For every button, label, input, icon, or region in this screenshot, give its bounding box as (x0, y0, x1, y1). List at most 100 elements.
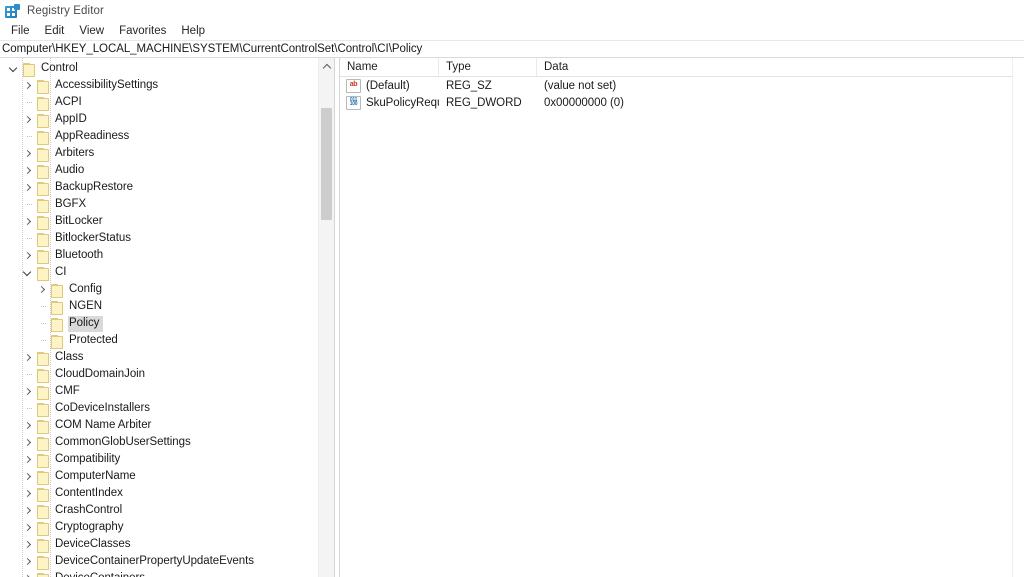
tree-item-label: BGFX (54, 197, 90, 213)
column-header-name[interactable]: Name (340, 58, 439, 76)
tree-item-crashcontrol[interactable]: CrashControl (0, 502, 318, 519)
folder-icon (22, 63, 35, 75)
tree-indent (0, 417, 20, 434)
chevron-right-icon[interactable] (20, 553, 36, 570)
tree-item-cryptography[interactable]: Cryptography (0, 519, 318, 536)
menu-item-file[interactable]: File (4, 24, 38, 39)
menu-item-help[interactable]: Help (174, 24, 213, 39)
folder-icon (36, 403, 49, 415)
tree-indent (0, 162, 20, 179)
chevron-down-icon[interactable] (6, 60, 22, 77)
tree-indent (0, 400, 20, 417)
menu-bar: File Edit View Favorites Help (0, 22, 1024, 40)
tree-indent (0, 247, 20, 264)
chevron-right-icon[interactable] (20, 485, 36, 502)
folder-icon (36, 573, 49, 577)
chevron-right-icon[interactable] (20, 145, 36, 162)
tree-indent (0, 468, 20, 485)
tree-item-deviceclasses[interactable]: DeviceClasses (0, 536, 318, 553)
chevron-right-icon[interactable] (20, 349, 36, 366)
scrollbar-thumb[interactable] (321, 108, 332, 220)
tree-item-control[interactable]: Control (0, 60, 318, 77)
values-vertical-scrollbar[interactable] (1012, 58, 1024, 577)
tree-item-appid[interactable]: AppID (0, 111, 318, 128)
tree-indent (0, 77, 20, 94)
chevron-right-icon[interactable] (20, 519, 36, 536)
menu-item-view[interactable]: View (72, 24, 112, 39)
tree-item-codeviceinstallers[interactable]: CoDeviceInstallers (0, 400, 318, 417)
tree-item-audio[interactable]: Audio (0, 162, 318, 179)
tree-item-contentindex[interactable]: ContentIndex (0, 485, 318, 502)
tree-item-computername[interactable]: ComputerName (0, 468, 318, 485)
tree-item-com-name-arbiter[interactable]: COM Name Arbiter (0, 417, 318, 434)
folder-icon (36, 131, 49, 143)
value-name-cell: 011100SkuPolicyRequir... (340, 96, 439, 110)
value-row[interactable]: ab(Default)REG_SZ(value not set) (340, 77, 1024, 94)
chevron-right-icon[interactable] (20, 468, 36, 485)
tree-item-backuprestore[interactable]: BackupRestore (0, 179, 318, 196)
chevron-right-icon[interactable] (20, 247, 36, 264)
tree-item-acpi[interactable]: ACPI (0, 94, 318, 111)
chevron-right-icon[interactable] (20, 536, 36, 553)
tree-item-label: Cryptography (54, 520, 127, 536)
value-icon-glyph: ab (347, 80, 360, 92)
chevron-right-icon[interactable] (20, 213, 36, 230)
tree-item-label: CoDeviceInstallers (54, 401, 154, 417)
chevron-right-icon[interactable] (20, 434, 36, 451)
value-name-cell: ab(Default) (340, 79, 439, 93)
chevron-right-icon[interactable] (20, 502, 36, 519)
folder-icon (50, 335, 63, 347)
tree-item-appreadiness[interactable]: AppReadiness (0, 128, 318, 145)
folder-icon (36, 80, 49, 92)
chevron-right-icon[interactable] (20, 383, 36, 400)
tree-item-label: Policy (68, 316, 103, 332)
tree-item-devicecontainerpropertyupdateevents[interactable]: DeviceContainerPropertyUpdateEvents (0, 553, 318, 570)
tree-indent (0, 332, 34, 349)
chevron-right-icon[interactable] (20, 179, 36, 196)
folder-icon (36, 352, 49, 364)
address-bar[interactable]: Computer\HKEY_LOCAL_MACHINE\SYSTEM\Curre… (0, 40, 1024, 58)
tree-indent (0, 502, 20, 519)
menu-item-edit[interactable]: Edit (38, 24, 73, 39)
tree-item-clouddomainjoin[interactable]: CloudDomainJoin (0, 366, 318, 383)
tree-item-config[interactable]: Config (0, 281, 318, 298)
tree-item-bgfx[interactable]: BGFX (0, 196, 318, 213)
tree-item-protected[interactable]: Protected (0, 332, 318, 349)
tree-item-compatibility[interactable]: Compatibility (0, 451, 318, 468)
folder-icon (36, 148, 49, 160)
chevron-right-icon[interactable] (20, 451, 36, 468)
scroll-up-arrow[interactable] (319, 58, 334, 74)
tree-item-ci[interactable]: CI (0, 264, 318, 281)
tree-item-label: BackupRestore (54, 180, 137, 196)
tree-item-label: BitLocker (54, 214, 107, 230)
chevron-right-icon[interactable] (20, 162, 36, 179)
tree-item-policy[interactable]: Policy (0, 315, 318, 332)
menu-item-favorites[interactable]: Favorites (112, 24, 174, 39)
chevron-right-icon[interactable] (34, 281, 50, 298)
chevron-right-icon[interactable] (20, 417, 36, 434)
chevron-right-icon[interactable] (20, 111, 36, 128)
tree-item-bitlocker[interactable]: BitLocker (0, 213, 318, 230)
column-header-data[interactable]: Data (537, 58, 937, 76)
tree-item-class[interactable]: Class (0, 349, 318, 366)
folder-icon (36, 216, 49, 228)
tree-item-bitlockerstatus[interactable]: BitlockerStatus (0, 230, 318, 247)
folder-icon (50, 284, 63, 296)
tree-item-commonglobusersettings[interactable]: CommonGlobUserSettings (0, 434, 318, 451)
column-header-type[interactable]: Type (439, 58, 537, 76)
chevron-down-icon[interactable] (20, 264, 36, 281)
tree-item-bluetooth[interactable]: Bluetooth (0, 247, 318, 264)
content-area: ControlAccessibilitySettingsACPIAppIDApp… (0, 58, 1024, 577)
value-row[interactable]: 011100SkuPolicyRequir...REG_DWORD0x00000… (340, 94, 1024, 111)
tree-indent (0, 349, 20, 366)
tree-item-accessibilitysettings[interactable]: AccessibilitySettings (0, 77, 318, 94)
chevron-right-icon[interactable] (20, 77, 36, 94)
folder-icon (36, 182, 49, 194)
tree-item-arbiters[interactable]: Arbiters (0, 145, 318, 162)
tree-item-label: DeviceClasses (54, 537, 134, 553)
tree-item-ngen[interactable]: NGEN (0, 298, 318, 315)
tree-item-label: CommonGlobUserSettings (54, 435, 195, 451)
tree-item-cmf[interactable]: CMF (0, 383, 318, 400)
tree-line-stub (20, 366, 36, 383)
tree-vertical-scrollbar[interactable] (318, 58, 334, 577)
